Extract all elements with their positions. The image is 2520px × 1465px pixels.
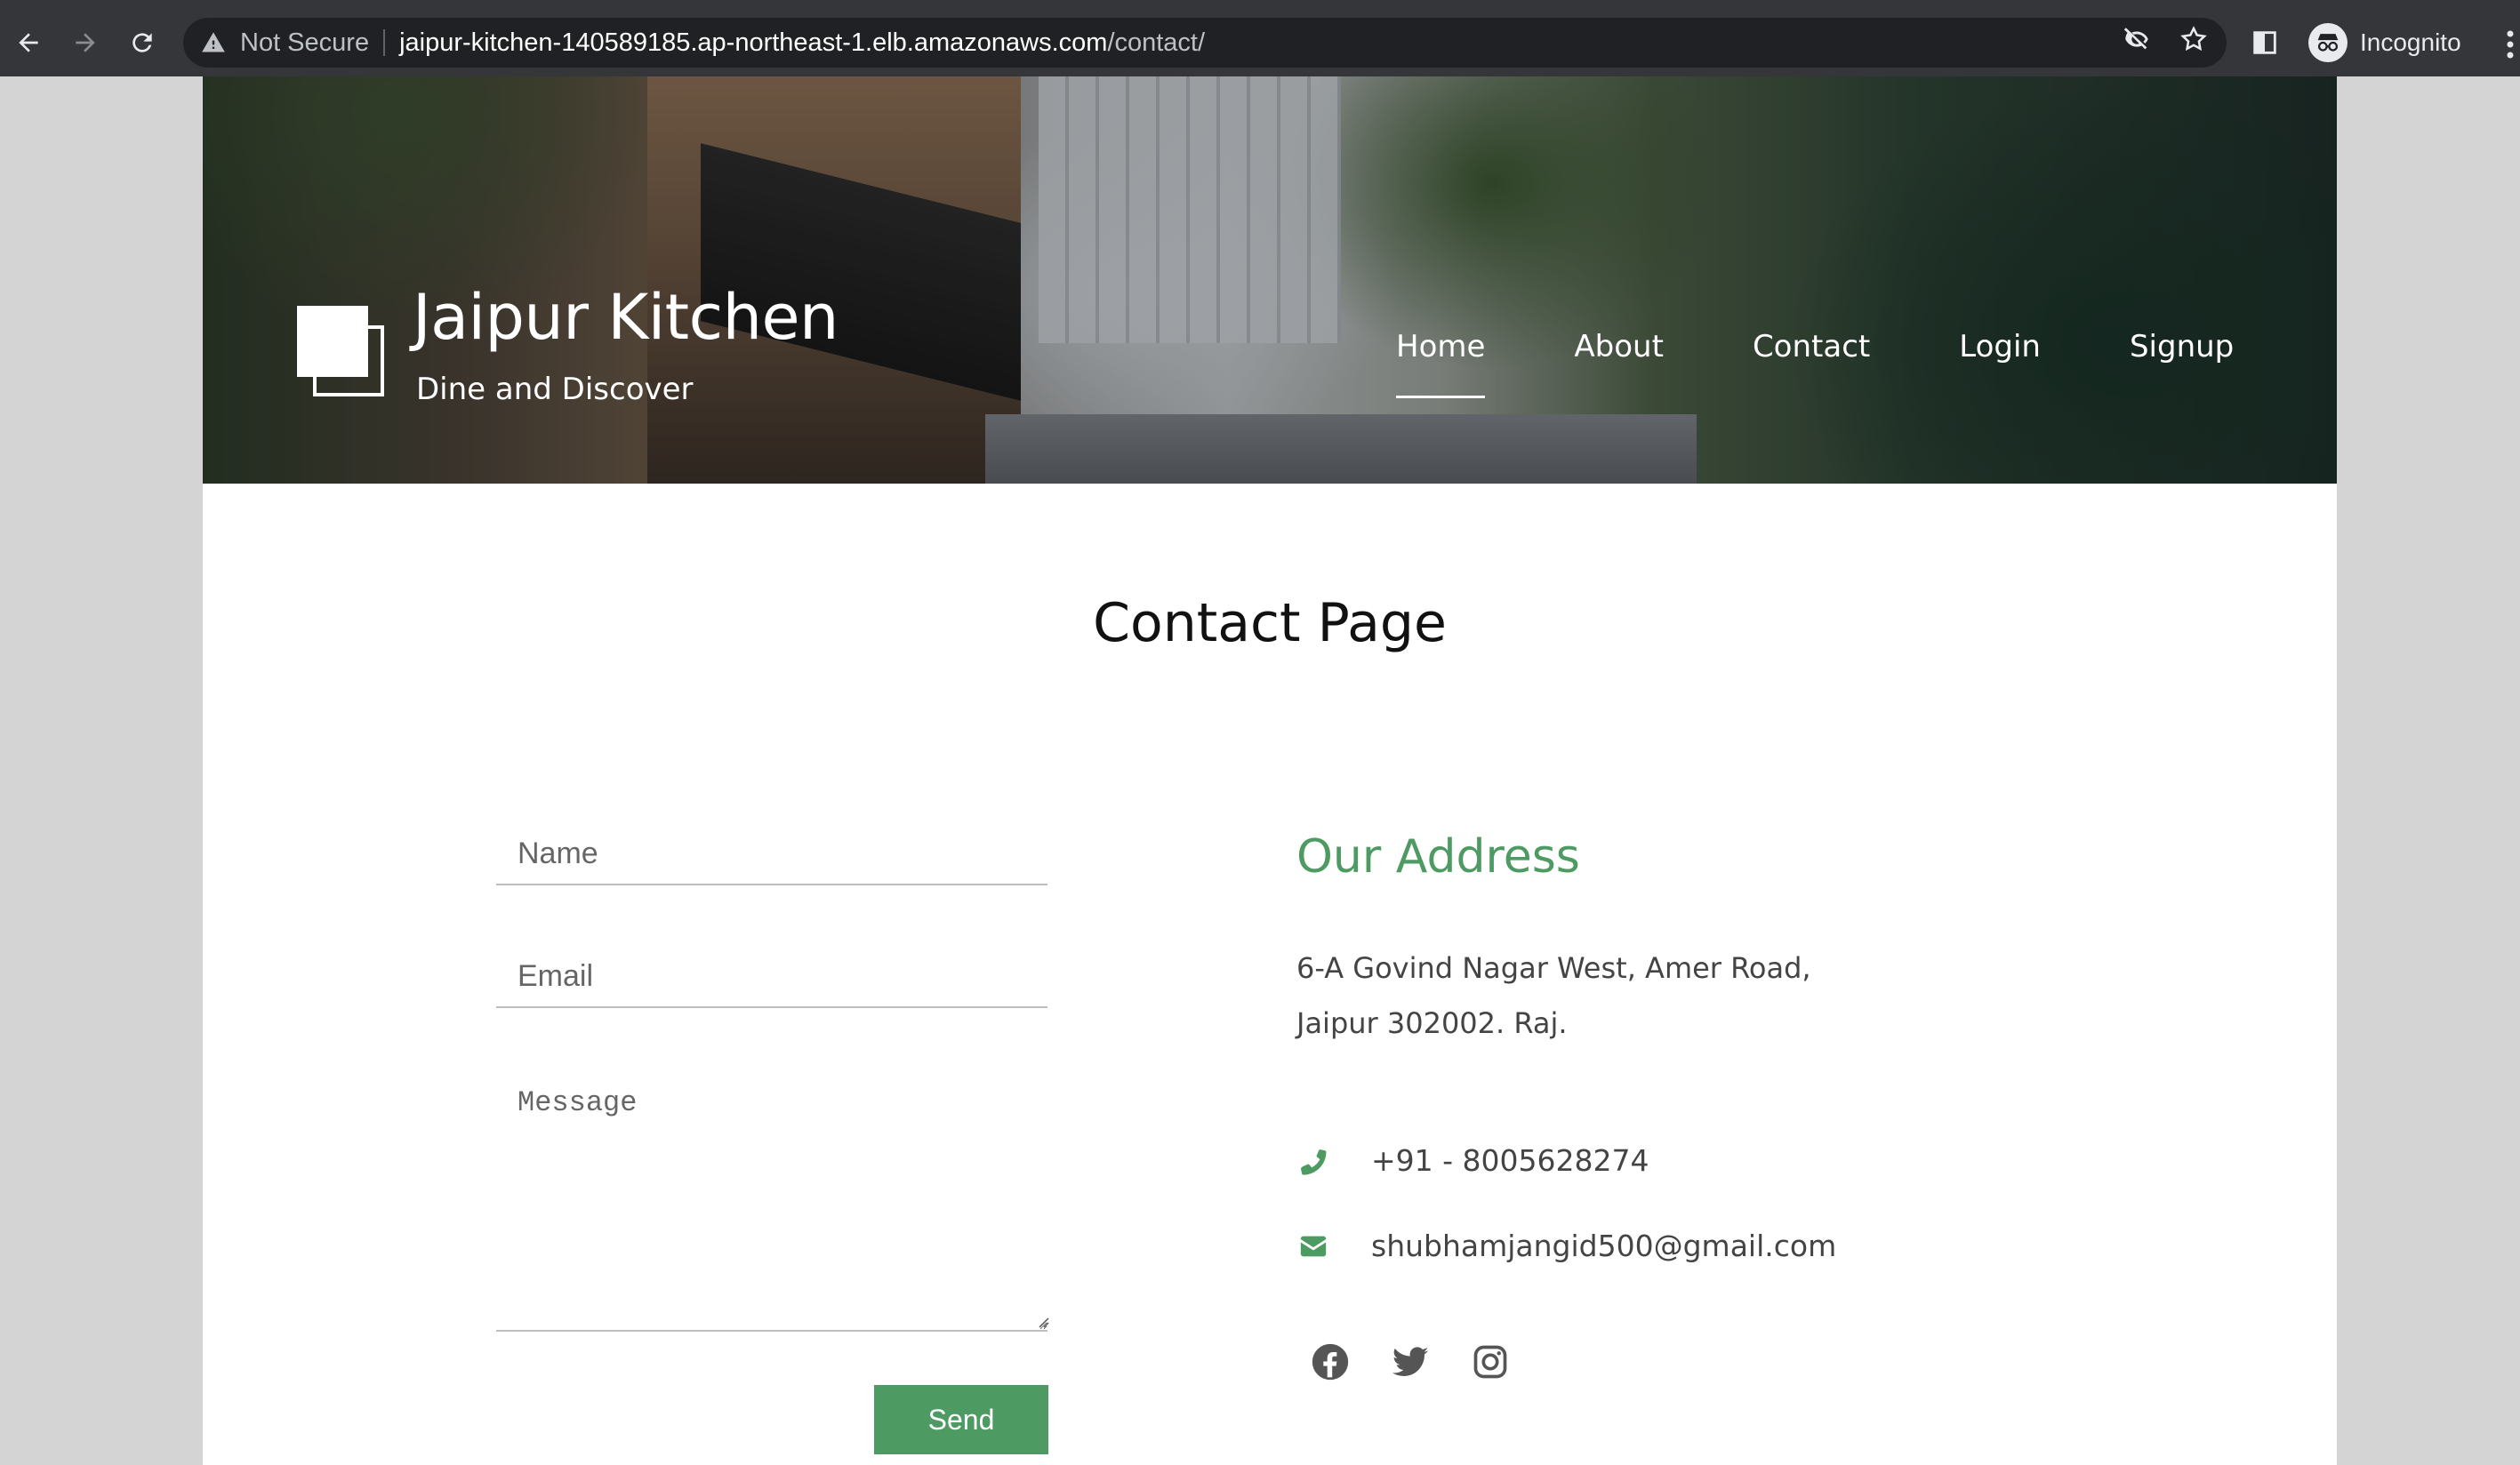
email-input[interactable]: [496, 946, 1047, 1008]
email-address[interactable]: shubhamjangid500@gmail.com: [1371, 1229, 1836, 1263]
address-line-2: Jaipur 302002. Raj.: [1296, 1006, 1568, 1040]
warning-icon: [201, 29, 228, 56]
bookmark-star-icon[interactable]: [2179, 24, 2209, 61]
url-host: jaipur-kitchen-140589185.ap-northeast-1.…: [399, 28, 1108, 57]
back-arrow-icon: [19, 33, 38, 52]
nav-signup[interactable]: Signup: [2130, 329, 2234, 382]
forward-button[interactable]: [66, 23, 105, 62]
forward-arrow-icon: [76, 33, 95, 52]
page-title: Contact Page: [1093, 592, 1447, 654]
incognito-profile-button[interactable]: Incognito: [2301, 18, 2481, 68]
phone-icon: [1296, 1144, 1330, 1178]
eye-off-icon[interactable]: [2122, 24, 2152, 61]
instagram-icon[interactable]: [1471, 1342, 1510, 1381]
nav-home[interactable]: Home: [1396, 329, 1486, 398]
back-button[interactable]: [9, 23, 48, 62]
site-logo-icon[interactable]: [297, 299, 395, 404]
site-title[interactable]: Jaipur Kitchen: [413, 281, 839, 354]
browser-toolbar: Not Secure jaipur-kitchen-140589185.ap-n…: [0, 0, 2520, 76]
send-button[interactable]: Send: [874, 1385, 1048, 1454]
name-input[interactable]: [496, 823, 1047, 885]
address-line-1: 6-A Govind Nagar West, Amer Road,: [1296, 951, 1811, 985]
nav-login[interactable]: Login: [1959, 329, 2041, 382]
profile-label: Incognito: [2360, 28, 2461, 56]
nav-about[interactable]: About: [1574, 329, 1664, 382]
page: Jaipur Kitchen Dine and Discover Home Ab…: [203, 76, 2337, 1465]
url-path: /contact/: [1107, 28, 1206, 57]
omnibox-divider: [383, 29, 386, 56]
hero-overlay: [203, 76, 2337, 484]
incognito-icon: [2308, 23, 2347, 62]
reload-icon: [132, 33, 152, 52]
site-tagline: Dine and Discover: [416, 372, 694, 407]
menu-kebab-icon[interactable]: [2500, 27, 2520, 62]
social-links: [1311, 1342, 1510, 1381]
phone-number[interactable]: +91 - 8005628274: [1371, 1143, 1649, 1178]
security-label[interactable]: Not Secure: [240, 28, 369, 58]
main-nav: Home About Contact Login Signup: [1396, 329, 2234, 398]
resize-grip-icon[interactable]: [1035, 1314, 1049, 1328]
side-panel-button[interactable]: [2250, 18, 2280, 68]
message-textarea[interactable]: [496, 1077, 1047, 1332]
envelope-icon: [1296, 1229, 1330, 1263]
email-row: shubhamjangid500@gmail.com: [1296, 1229, 1836, 1263]
phone-row: +91 - 8005628274: [1296, 1143, 1649, 1178]
address-heading: Our Address: [1296, 830, 1580, 884]
hero-banner: Jaipur Kitchen Dine and Discover Home Ab…: [203, 76, 2337, 484]
twitter-icon[interactable]: [1391, 1342, 1430, 1381]
facebook-icon[interactable]: [1311, 1342, 1350, 1381]
reload-button[interactable]: [123, 23, 162, 62]
nav-contact[interactable]: Contact: [1753, 329, 1870, 382]
side-panel-icon: [2253, 31, 2276, 54]
address-bar[interactable]: Not Secure jaipur-kitchen-140589185.ap-n…: [183, 18, 2227, 68]
